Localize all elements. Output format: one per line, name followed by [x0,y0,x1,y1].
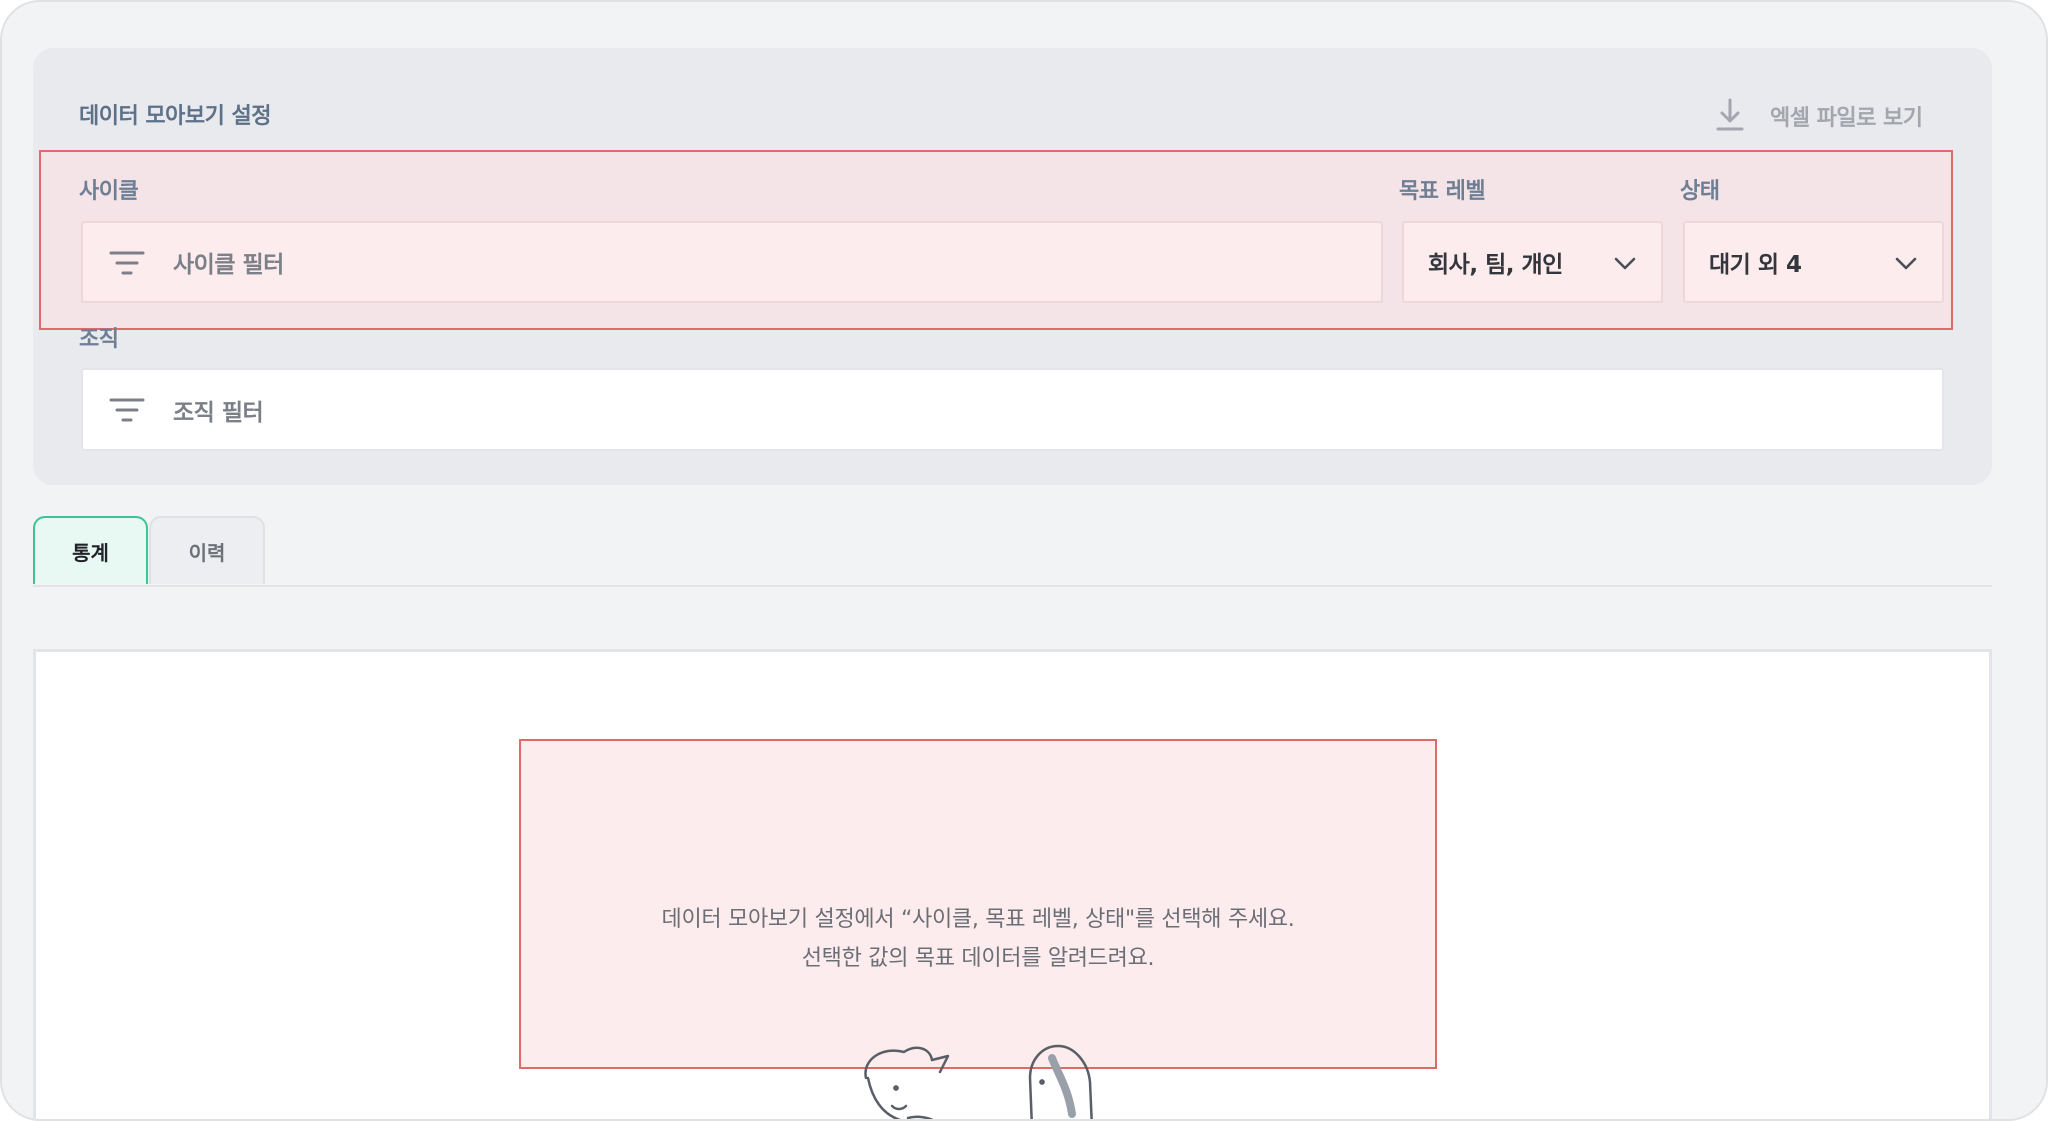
organization-filter-input[interactable]: 조직 필터 [81,368,1944,451]
status-select[interactable]: 대기 외 4 [1683,221,1944,303]
cycle-filter-placeholder: 사이클 필터 [173,252,284,278]
organization-label: 조직 [79,327,119,352]
panel-title: 데이터 모아보기 설정 [79,104,271,129]
excel-export-button[interactable]: 엑셀 파일로 보기 [1710,94,1923,138]
filter-icon [109,398,145,422]
filter-icon [109,251,145,275]
tab-statistics[interactable]: 통계 [33,516,148,584]
goal-level-label: 목표 레벨 [1399,179,1486,204]
organization-filter-placeholder: 조직 필터 [173,399,264,426]
excel-export-label: 엑셀 파일로 보기 [1770,106,1923,131]
tab-history[interactable]: 이력 [149,516,265,584]
empty-state-illustration [864,1044,1093,1119]
empty-state-line-1: 데이터 모아보기 설정에서 “사이클, 목표 레벨, 상태"를 선택해 주세요. [661,907,1295,932]
status-value: 대기 외 4 [1709,252,1802,278]
goal-level-value: 회사, 팀, 개인 [1428,252,1563,278]
chevron-down-icon [1895,257,1917,270]
cycle-label: 사이클 [79,179,139,204]
chevron-down-icon [1614,257,1636,270]
tab-divider [33,585,1992,587]
cycle-filter-input[interactable]: 사이클 필터 [81,221,1383,303]
empty-state-line-2: 선택한 값의 목표 데이터를 알려드려요. [801,946,1155,971]
download-icon [1716,98,1744,131]
app-window: 데이터 모아보기 설정 엑셀 파일로 보기 사이클 목표 레벨 상태 사이클 필… [0,0,2048,1121]
goal-level-select[interactable]: 회사, 팀, 개인 [1402,221,1663,303]
status-label: 상태 [1680,179,1720,204]
empty-state-message-box: 데이터 모아보기 설정에서 “사이클, 목표 레벨, 상태"를 선택해 주세요.… [519,739,1437,1069]
